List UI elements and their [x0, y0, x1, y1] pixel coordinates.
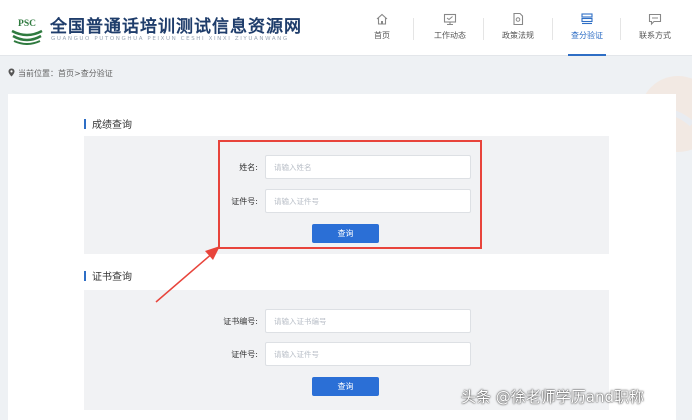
site-header: PSC 全国普通话培训测试信息资源网 GUANGUO PUTONGHUA PEI… — [0, 0, 692, 56]
nav-label: 查分验证 — [571, 31, 603, 40]
home-icon — [376, 13, 388, 25]
site-title[interactable]: 全国普通话培训测试信息资源网 — [50, 12, 302, 37]
nav-item-home[interactable]: 首页 — [361, 0, 403, 56]
site-subtitle: GUANGUO PUTONGHUA PEIXUN CESHI XINXI ZIY… — [51, 36, 289, 42]
cert-number-input[interactable] — [265, 309, 471, 333]
cert-query-title: 证书查询 — [84, 268, 132, 283]
nav-item-score-verify[interactable]: 查分验证 — [568, 0, 606, 56]
nav-divider — [620, 18, 621, 40]
nav-divider — [483, 18, 484, 40]
nav-divider — [413, 18, 414, 40]
nav-label: 工作动态 — [434, 31, 466, 40]
nav-label: 政策法规 — [502, 31, 534, 40]
document-icon — [513, 12, 524, 26]
psc-logo[interactable]: PSC — [10, 11, 44, 45]
breadcrumb: 当前位置：首页>查分验证 — [8, 68, 113, 79]
message-icon — [648, 13, 662, 26]
cert-query-button[interactable]: 查询 — [312, 377, 379, 396]
annotation-highlight-box — [218, 140, 482, 249]
logo-text: PSC — [18, 19, 36, 29]
breadcrumb-text[interactable]: 当前位置：首页>查分验证 — [18, 69, 113, 78]
cert-number-label: 证书编号: — [223, 317, 258, 326]
nav-item-contact[interactable]: 联系方式 — [633, 0, 677, 56]
cert-id-number-input[interactable] — [265, 342, 471, 366]
score-query-title: 成绩查询 — [84, 116, 132, 131]
annotation-arrow — [155, 246, 220, 303]
nav-label: 首页 — [374, 31, 390, 40]
monitor-icon — [443, 13, 457, 26]
location-pin-icon — [8, 68, 15, 77]
nav-item-policy[interactable]: 政策法规 — [495, 0, 541, 56]
stack-icon — [581, 13, 593, 25]
nav-item-news[interactable]: 工作动态 — [427, 0, 473, 56]
watermark-text: 头条 @徐老师学历and职称 — [461, 388, 644, 406]
cert-id-number-label: 证件号: — [231, 350, 258, 359]
nav-divider — [552, 18, 553, 40]
nav-label: 联系方式 — [639, 31, 671, 40]
